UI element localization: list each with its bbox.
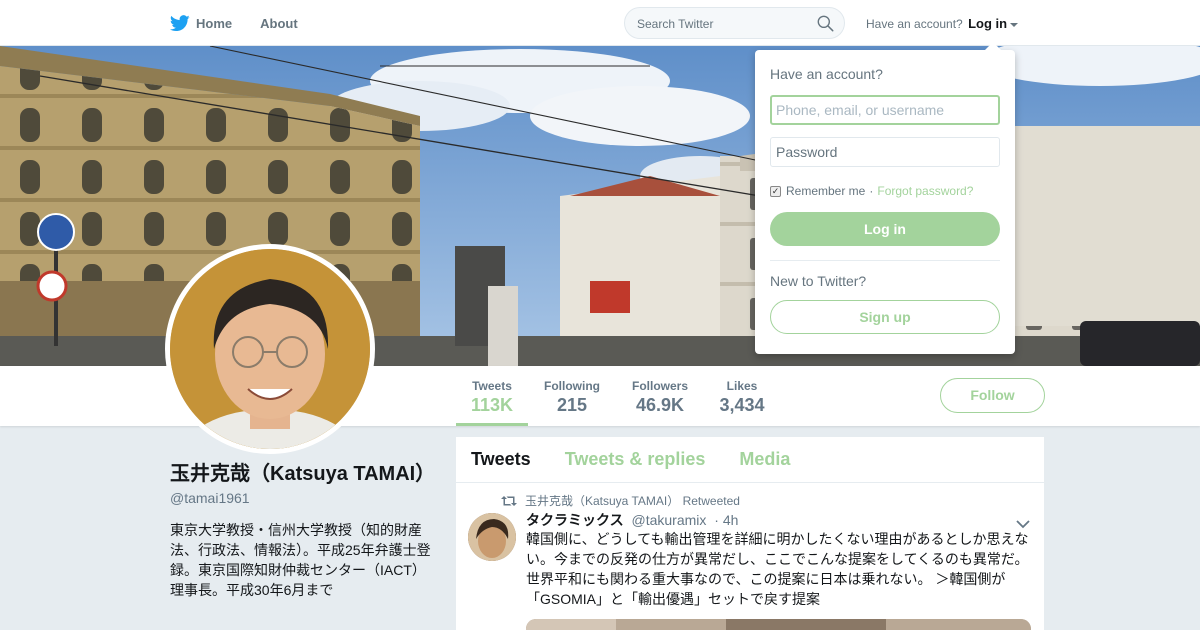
tweet-header: タクラミックス @takuramix · 4h xyxy=(526,510,738,530)
top-nav: Home About Search Twitter Have an accoun… xyxy=(0,0,1200,46)
profile-handle[interactable]: @tamai1961 xyxy=(170,490,435,506)
tweet-avatar[interactable] xyxy=(468,513,516,561)
tweet-text: 韓国側に、どうしても輸出管理を詳細に明かしたくない理由があるとしか思えない。今ま… xyxy=(526,531,1029,607)
stat-value: 215 xyxy=(556,395,588,415)
timeline-tabs: Tweets Tweets & replies Media xyxy=(456,437,1044,483)
stat-label: Tweets xyxy=(472,379,512,393)
tweet-media-thumbnail xyxy=(526,619,1031,630)
username-field[interactable]: Phone, email, or username xyxy=(770,95,1000,125)
dropdown-title: Have an account? xyxy=(770,66,883,82)
stat-following[interactable]: Following 215 xyxy=(536,366,608,426)
stat-followers[interactable]: Followers 46.9K xyxy=(624,366,696,426)
remember-me-checkbox[interactable]: ✓ xyxy=(770,185,781,197)
tab-tweets[interactable]: Tweets xyxy=(471,449,531,470)
retweet-icon xyxy=(501,495,517,507)
password-field[interactable]: Password xyxy=(770,137,1000,167)
stat-label: Following xyxy=(544,379,600,393)
retweet-context: 玉井克哉（Katsuya TAMAI） Retweeted xyxy=(501,492,740,509)
separator: · xyxy=(869,184,874,198)
nav-home-label: Home xyxy=(196,15,233,31)
have-account: Have an account? Log in xyxy=(866,16,1019,31)
search-placeholder: Search Twitter xyxy=(637,17,714,31)
login-button[interactable]: Log in xyxy=(770,212,1000,246)
profile-description: 東京大学教授・信州大学教授（知的財産法、行政法、情報法）。平成25年弁護士登録。… xyxy=(170,522,431,598)
login-toggle[interactable]: Log in xyxy=(968,16,1019,31)
search-icon[interactable] xyxy=(817,15,834,37)
profile-bio: 玉井克哉（Katsuya TAMAI） @tamai1961 東京大学教授・信州… xyxy=(170,460,435,600)
follow-button[interactable]: Follow xyxy=(940,378,1045,413)
tab-tweets-replies[interactable]: Tweets & replies xyxy=(565,449,706,470)
tweet-media-image[interactable] xyxy=(526,619,1031,630)
remember-me-label[interactable]: Remember me xyxy=(786,184,865,198)
remember-me-row: ✓ Remember me · Forgot password? xyxy=(770,184,973,198)
profile-name: 玉井克哉（Katsuya TAMAI） xyxy=(170,463,436,485)
nav-about[interactable]: About xyxy=(260,16,298,31)
nav-about-label: About xyxy=(260,15,298,31)
tweet-timestamp[interactable]: · 4h xyxy=(714,512,738,528)
retweet-text: 玉井克哉（Katsuya TAMAI） Retweeted xyxy=(525,494,740,508)
tab-media[interactable]: Media xyxy=(739,449,790,470)
stat-value: 113K xyxy=(470,395,514,415)
stat-label: Followers xyxy=(631,379,688,393)
have-account-text: Have an account? xyxy=(866,17,963,31)
avatar-image xyxy=(170,249,370,449)
signup-button[interactable]: Sign up xyxy=(770,300,1000,334)
search-input[interactable]: Search Twitter xyxy=(624,7,845,39)
dropdown-arrow xyxy=(985,42,1001,50)
stat-label: Likes xyxy=(726,379,758,393)
new-to-twitter-text: New to Twitter? xyxy=(770,273,867,289)
avatar[interactable] xyxy=(165,244,375,454)
stat-value: 3,434 xyxy=(719,395,765,415)
divider xyxy=(770,260,1000,261)
login-dropdown: Have an account? Phone, email, or userna… xyxy=(755,42,1015,354)
forgot-password-link[interactable]: Forgot password? xyxy=(877,184,973,198)
stat-tweets[interactable]: Tweets 113K xyxy=(456,366,528,426)
stat-value: 46.9K xyxy=(635,395,685,415)
login-toggle-label: Log in xyxy=(968,16,1008,31)
twitter-bird-icon xyxy=(170,14,190,32)
nav-left: Home About xyxy=(170,0,326,46)
caret-down-icon xyxy=(1010,22,1019,27)
tweet-author-name[interactable]: タクラミックス xyxy=(526,512,624,528)
nav-home[interactable]: Home xyxy=(170,14,233,32)
tweet-author-handle[interactable]: @takuramix xyxy=(631,512,706,528)
stat-likes[interactable]: Likes 3,434 xyxy=(706,366,778,426)
timeline: Tweets Tweets & replies Media 玉井克哉（Katsu… xyxy=(456,437,1044,630)
tweet-avatar-image xyxy=(468,513,516,561)
